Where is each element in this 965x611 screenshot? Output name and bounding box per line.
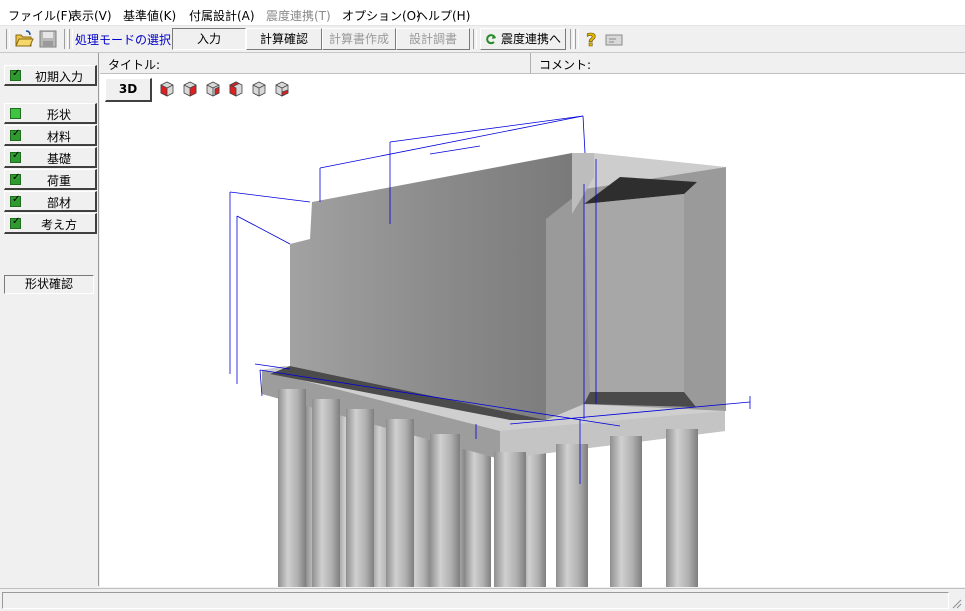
help-icon[interactable]: ? <box>582 29 602 49</box>
status-bar <box>0 588 965 611</box>
check-icon: ✓ <box>10 216 21 229</box>
save-icon[interactable] <box>38 29 58 49</box>
sidebar-item-approach[interactable]: ✓ 考え方 <box>4 213 97 234</box>
toolbar: 処理モードの選択 入力 計算確認 計算書作成 設計調書 震度連携へ ? <box>0 26 965 53</box>
toolbar-grip <box>69 29 73 49</box>
open-folder-icon[interactable] <box>14 29 34 49</box>
status-square-icon <box>10 108 21 119</box>
mode-input-button[interactable]: 入力 <box>172 28 246 50</box>
info-divider <box>530 53 531 73</box>
menu-seismic-link[interactable]: 震度連携(T) <box>266 7 331 24</box>
initial-input-label: 初期入力 <box>34 70 83 84</box>
sidebar-item-label: 材料 <box>46 130 71 144</box>
menu-view[interactable]: 表示(V) <box>70 7 112 24</box>
sidebar-item-load[interactable]: ✓ 荷重 <box>4 169 97 190</box>
sidebar-item-material[interactable]: ✓ 材料 <box>4 125 97 146</box>
comment-label: コメント: <box>539 58 592 72</box>
card-icon[interactable] <box>604 29 624 49</box>
menu-standard-values[interactable]: 基準値(K) <box>123 7 176 24</box>
calc-confirm-button[interactable]: 計算確認 <box>246 28 322 50</box>
title-label: タイトル: <box>108 58 161 72</box>
abutment-3d-model <box>229 115 751 587</box>
check-icon: ✓ <box>10 68 21 81</box>
status-field <box>2 592 949 609</box>
menu-help[interactable]: ヘルプ(H) <box>416 7 470 24</box>
shape-confirm-button[interactable]: 形状確認 <box>4 275 94 294</box>
toolbar-grip <box>6 29 10 49</box>
menu-bar: ファイル(F) 表示(V) 基準値(K) 付属設計(A) 震度連携(T) オプシ… <box>0 4 965 26</box>
design-report-button[interactable]: 設計調書 <box>396 28 470 50</box>
info-bar: タイトル: コメント: <box>100 53 965 74</box>
toolbar-separator <box>473 29 477 49</box>
left-panel: ✓ 初期入力 形状 ✓ 材料 ✓ 基礎 ✓ 荷重 ✓ 部材 ✓ 考え方 形状確認 <box>0 53 99 586</box>
drawing-canvas[interactable]: 3D <box>100 74 965 587</box>
menu-options[interactable]: オプション(O) <box>342 7 421 24</box>
seismic-link-label: 震度連携へ <box>501 32 562 46</box>
sidebar-item-label: 部材 <box>46 196 71 210</box>
check-icon: ✓ <box>10 128 21 141</box>
sidebar-item-label: 基礎 <box>46 152 71 166</box>
mode-select-label: 処理モードの選択 <box>75 33 172 47</box>
check-icon: ✓ <box>10 194 21 207</box>
sidebar-item-label: 考え方 <box>40 218 77 232</box>
seismic-link-button[interactable]: 震度連携へ <box>480 28 566 50</box>
sidebar-item-member[interactable]: ✓ 部材 <box>4 191 97 212</box>
refresh-icon <box>486 34 496 45</box>
sidebar-item-foundation[interactable]: ✓ 基礎 <box>4 147 97 168</box>
menu-accessory-design[interactable]: 付属設計(A) <box>189 7 255 24</box>
sidebar-item-label: 形状 <box>46 108 71 122</box>
sidebar-item-shape[interactable]: 形状 <box>4 103 97 124</box>
svg-text:?: ? <box>586 30 596 49</box>
report-create-button[interactable]: 計算書作成 <box>322 28 396 50</box>
toolbar-separator <box>570 29 574 49</box>
toolbar-separator <box>64 29 68 49</box>
toolbar-grip <box>575 29 579 49</box>
initial-input-button[interactable]: ✓ 初期入力 <box>4 65 97 86</box>
check-icon: ✓ <box>10 172 21 185</box>
check-icon: ✓ <box>10 150 21 163</box>
resize-grip-icon[interactable] <box>950 597 962 609</box>
sidebar-item-label: 荷重 <box>46 174 71 188</box>
menu-file[interactable]: ファイル(F) <box>8 7 72 24</box>
